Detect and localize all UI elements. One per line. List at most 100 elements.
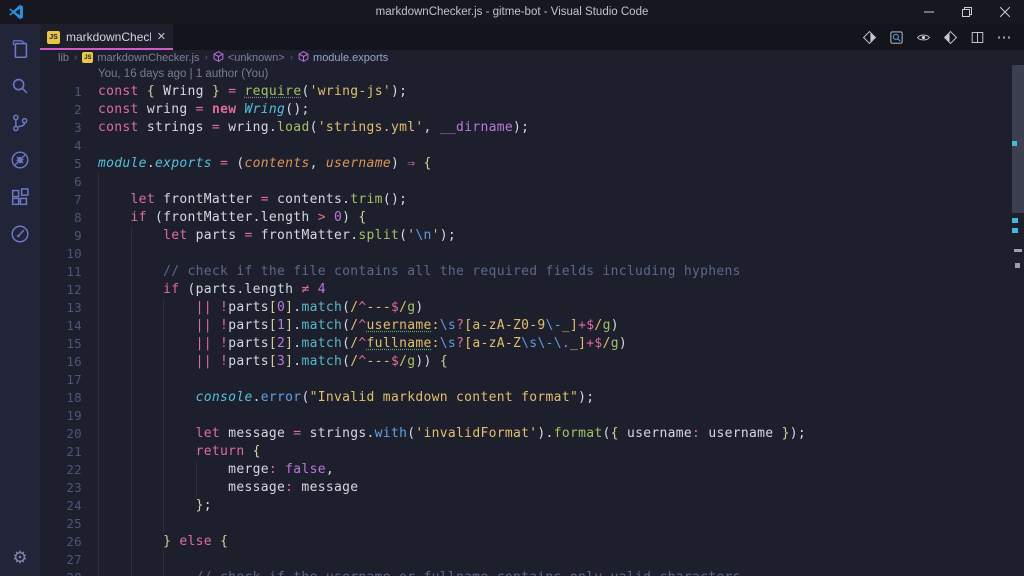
breadcrumb-item-unknown[interactable]: <unknown> [213,51,285,65]
code-line[interactable]: 7 let frontMatter = contents.trim(); [40,191,1024,209]
symbol-cube-icon [298,51,309,65]
open-changes-icon[interactable] [859,27,879,47]
indent-guide [196,479,197,497]
line-number: 11 [40,263,98,281]
restore-button[interactable] [948,0,986,24]
indent-guide [98,479,99,497]
extensions-icon[interactable] [0,178,40,215]
close-button[interactable] [986,0,1024,24]
explorer-icon[interactable] [0,30,40,67]
tab-close-icon[interactable]: ✕ [157,32,166,43]
code-line[interactable]: 8 if (frontMatter.length > 0) { [40,209,1024,227]
code-line[interactable]: 20 let message = strings.with('invalidFo… [40,425,1024,443]
code-editor[interactable]: You, 16 days ago | 1 author (You) 1const… [40,65,1024,576]
code-line[interactable]: 2const wring = new Wring(); [40,101,1024,119]
line-number: 5 [40,155,98,173]
code-line[interactable]: 12 if (parts.length ≠ 4 [40,281,1024,299]
code-line[interactable]: 25 [40,515,1024,533]
tab-label: markdownChecker.js [66,30,151,44]
indent-guide [163,353,164,371]
code-line[interactable]: 6 [40,173,1024,191]
code-text: // check if the username or fullname con… [98,569,1024,576]
scrollbar-thumb[interactable] [1012,65,1024,213]
open-revision-icon[interactable] [940,27,960,47]
code-line[interactable]: 21 return { [40,443,1024,461]
settings-gear-icon[interactable]: ⚙ [0,539,40,576]
code-line[interactable]: 10 [40,245,1024,263]
indent-guide [98,389,99,407]
code-line[interactable]: 23 message: message [40,479,1024,497]
line-number: 26 [40,533,98,551]
breadcrumb-item-lib[interactable]: lib [58,52,69,64]
indent-guide [163,335,164,353]
toggle-blame-icon[interactable] [913,27,933,47]
debug-icon[interactable] [0,141,40,178]
code-line[interactable]: 28 // check if the username or fullname … [40,569,1024,576]
code-line[interactable]: 14 || !parts[1].match(/^username:\s?[a-z… [40,317,1024,335]
line-number: 13 [40,299,98,317]
code-text: if (frontMatter.length > 0) { [98,209,1024,227]
code-text: || !parts[0].match(/^---$/g) [98,299,1024,317]
line-number: 17 [40,371,98,389]
indent-guide [131,353,132,371]
code-line[interactable]: 13 || !parts[0].match(/^---$/g) [40,299,1024,317]
indent-guide [98,461,99,479]
code-line[interactable]: 5module.exports = (contents, username) ⇒… [40,155,1024,173]
line-number: 22 [40,461,98,479]
indent-guide [98,263,99,281]
code-line[interactable]: 11 // check if the file contains all the… [40,263,1024,281]
source-control-icon[interactable] [0,104,40,141]
line-number: 25 [40,515,98,533]
code-line[interactable]: 26 } else { [40,533,1024,551]
minimize-button[interactable] [910,0,948,24]
code-line[interactable]: 18 console.error("Invalid markdown conte… [40,389,1024,407]
code-line[interactable]: 17 [40,371,1024,389]
code-line[interactable]: 1const { Wring } = require('wring-js'); [40,83,1024,101]
window-title: markdownChecker.js - gitme-bot - Visual … [0,6,1024,18]
indent-guide [131,245,132,263]
line-number: 12 [40,281,98,299]
indent-guide [163,551,164,569]
activity-bar: ⚙ [0,24,40,576]
code-line[interactable]: 9 let parts = frontMatter.split('\n'); [40,227,1024,245]
code-line[interactable]: 16 || !parts[3].match(/^---$/g)) { [40,353,1024,371]
breadcrumb-item-symbol[interactable]: module.exports [298,51,388,65]
line-number: 15 [40,335,98,353]
indent-guide [98,569,99,576]
overview-ruler-mark [1012,218,1018,223]
code-line[interactable]: 24 }; [40,497,1024,515]
code-line[interactable]: 22 merge: false, [40,461,1024,479]
search-commits-icon[interactable] [886,27,906,47]
line-number: 9 [40,227,98,245]
indent-guide [98,335,99,353]
search-icon[interactable] [0,67,40,104]
indent-guide [131,569,132,576]
more-actions-icon[interactable]: ⋯ [994,27,1014,47]
code-text: const { Wring } = require('wring-js'); [98,83,1024,101]
history-icon[interactable] [0,215,40,252]
split-editor-icon[interactable] [967,27,987,47]
indent-guide [131,515,132,533]
code-text: let parts = frontMatter.split('\n'); [98,227,1024,245]
breadcrumb-item-file[interactable]: JS markdownChecker.js [82,52,199,64]
indent-guide [131,227,132,245]
indent-guide [163,443,164,461]
breadcrumb: lib › JS markdownChecker.js › <unknown> … [40,50,1024,65]
code-text [98,551,1024,569]
indent-guide [98,551,99,569]
indent-guide [98,245,99,263]
indent-guide [163,407,164,425]
tab-markdownchecker[interactable]: JS markdownChecker.js ✕ [40,24,173,50]
line-number: 20 [40,425,98,443]
code-line[interactable]: 15 || !parts[2].match(/^fullname:\s?[a-z… [40,335,1024,353]
line-number: 1 [40,83,98,101]
code-text: || !parts[3].match(/^---$/g)) { [98,353,1024,371]
code-line[interactable]: 4 [40,137,1024,155]
code-line[interactable]: 3const strings = wring.load('strings.yml… [40,119,1024,137]
line-number: 8 [40,209,98,227]
chevron-right-icon: › [74,52,77,63]
line-number: 14 [40,317,98,335]
code-line[interactable]: 27 [40,551,1024,569]
code-line[interactable]: 19 [40,407,1024,425]
indent-guide [131,389,132,407]
